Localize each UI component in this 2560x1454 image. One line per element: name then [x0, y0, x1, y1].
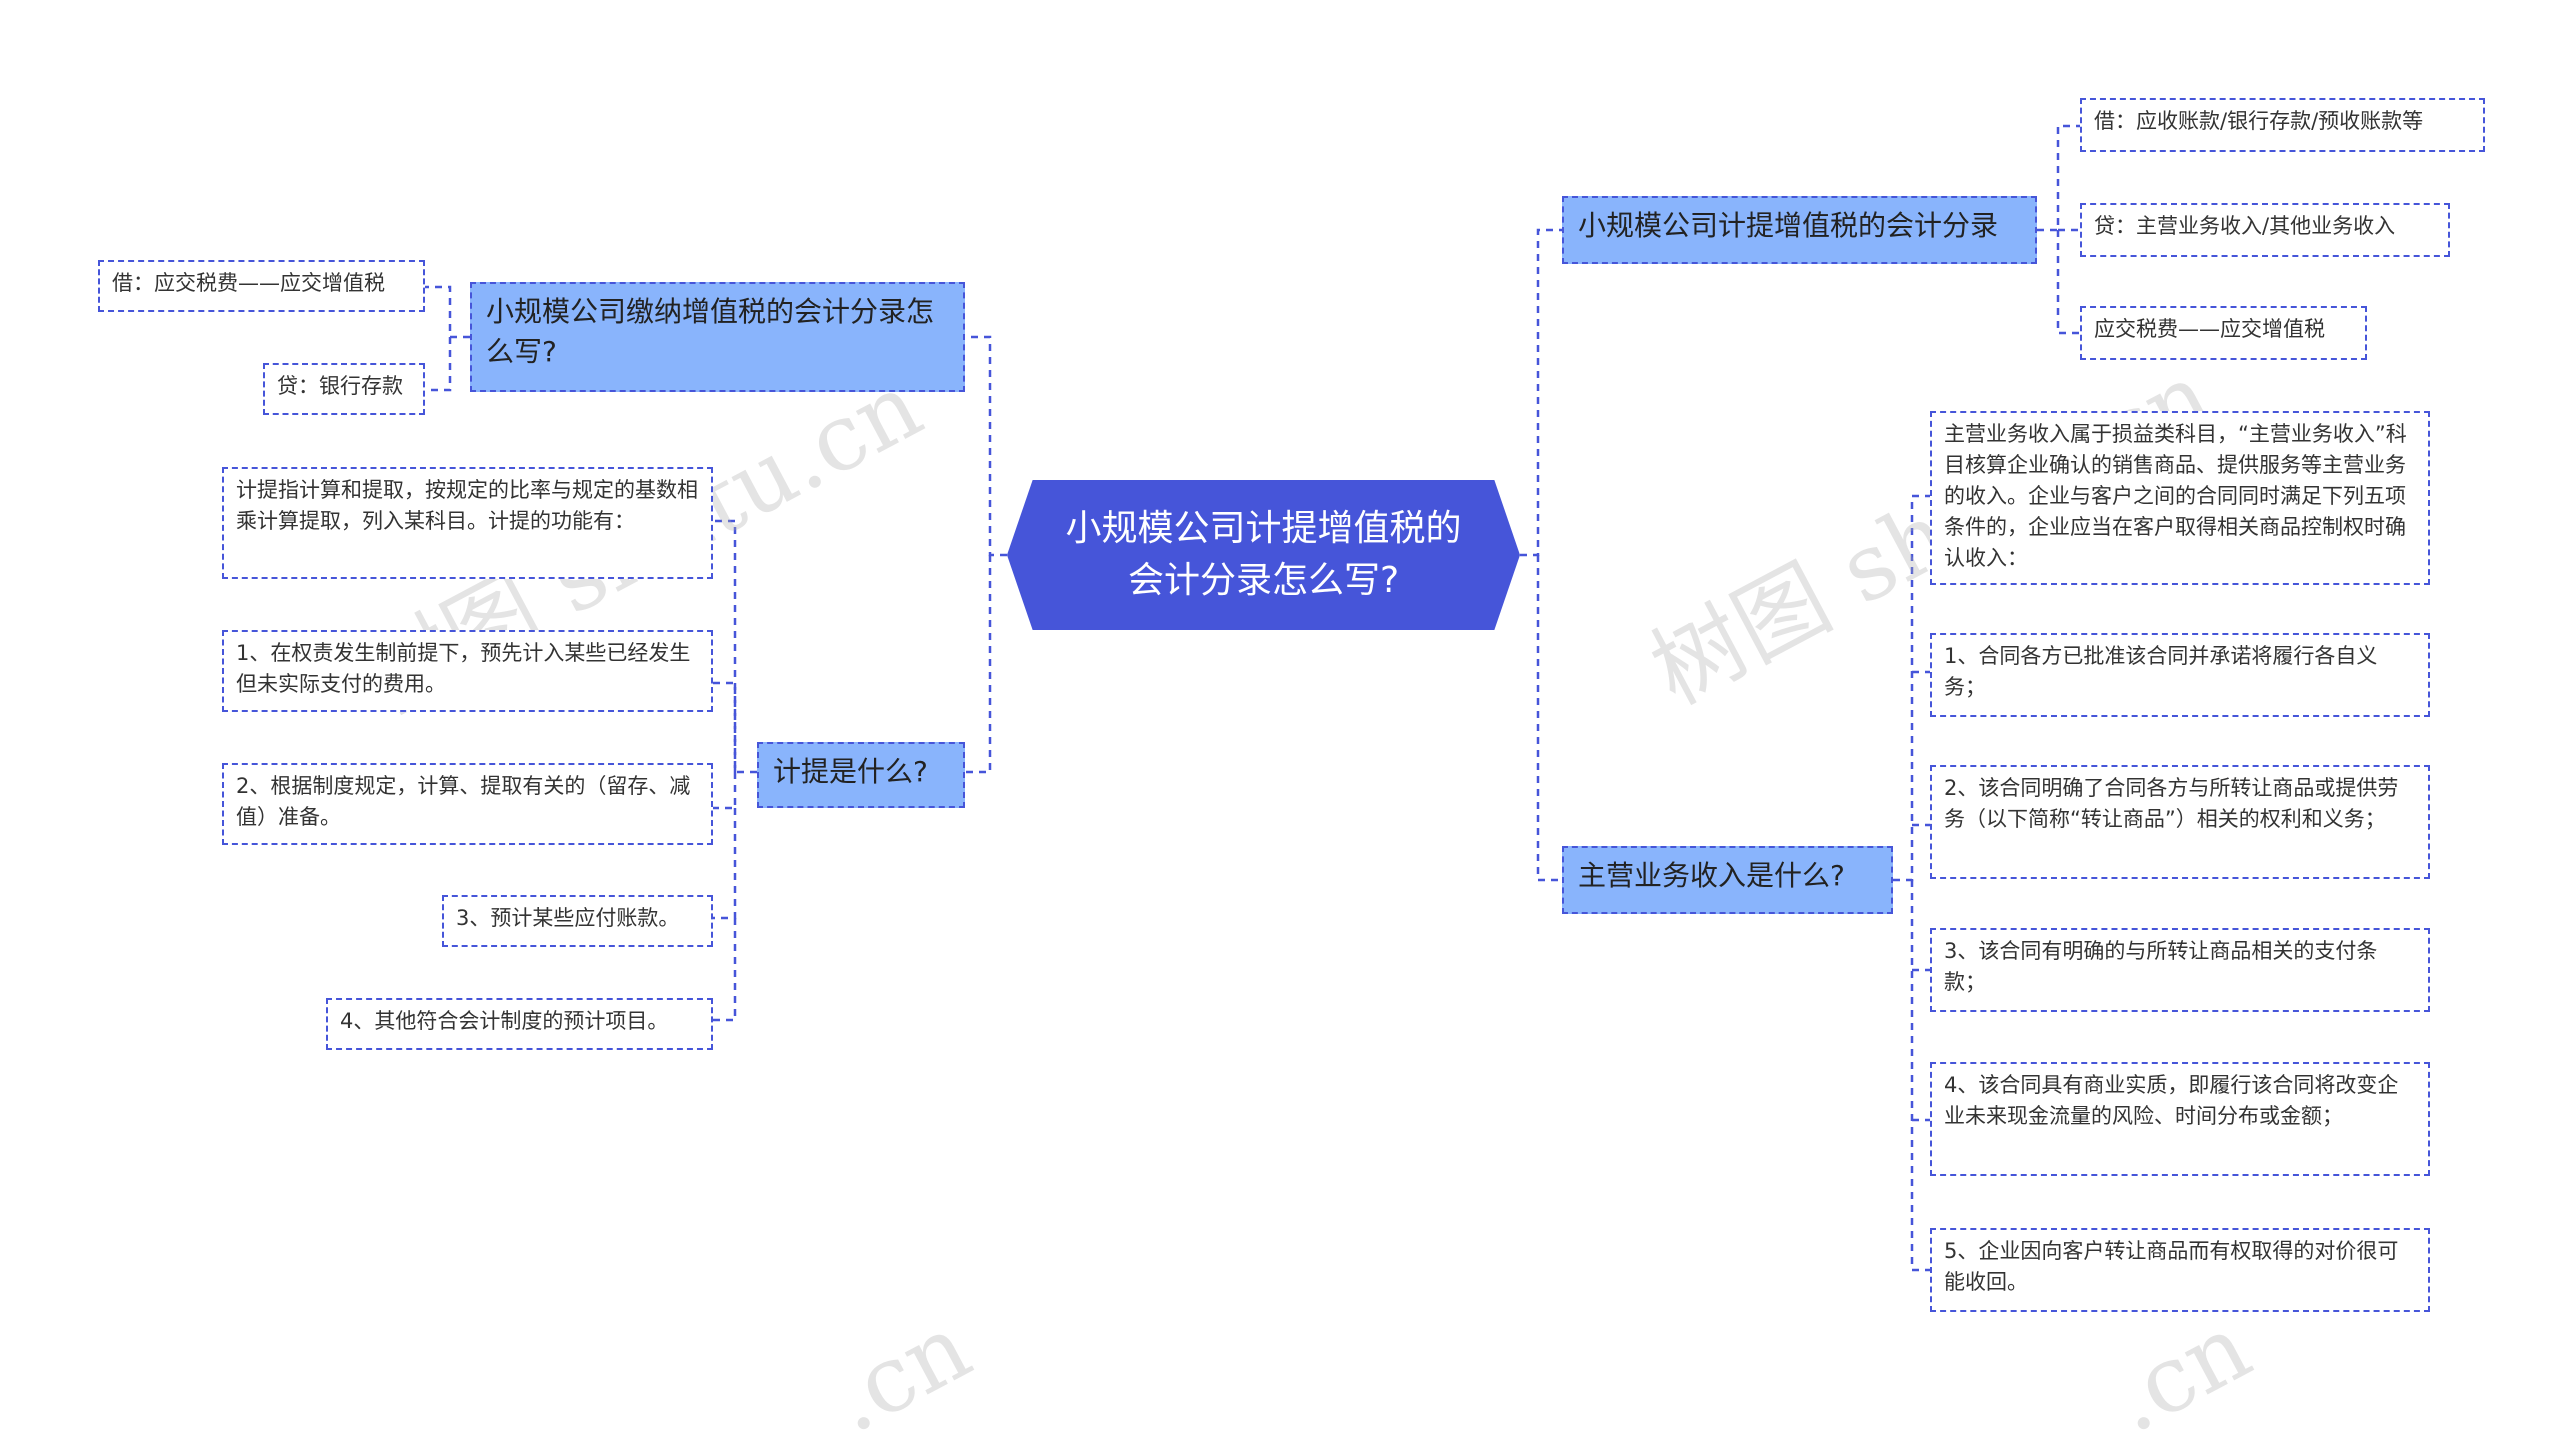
- leaf-payment-credit[interactable]: 贷：银行存款: [263, 363, 425, 415]
- leaf-entry-credit[interactable]: 贷：主营业务收入/其他业务收入: [2080, 203, 2450, 257]
- leaf-payment-debit[interactable]: 借：应交税费——应交增值税: [98, 260, 425, 312]
- leaf-text: 主营业务收入属于损益类科目，“主营业务收入”科目核算企业确认的销售商品、提供服务…: [1944, 422, 2407, 570]
- topic-accrual[interactable]: 计提是什么?: [757, 742, 965, 808]
- topic-label: 小规模公司计提增值税的会计分录: [1578, 209, 1999, 242]
- leaf-text: 借：应交税费——应交增值税: [112, 271, 385, 295]
- leaf-accrual-point-4[interactable]: 4、其他符合会计制度的预计项目。: [326, 998, 713, 1050]
- leaf-text: 应交税费——应交增值税: [2094, 317, 2325, 341]
- topic-label: 计提是什么?: [773, 755, 928, 788]
- leaf-accrual-point-3[interactable]: 3、预计某些应付账款。: [442, 895, 713, 947]
- root-topic[interactable]: 小规模公司计提增值税的会计分录怎么写?: [1007, 480, 1520, 630]
- leaf-entry-tax[interactable]: 应交税费——应交增值税: [2080, 306, 2367, 360]
- leaf-revenue-definition[interactable]: 主营业务收入属于损益类科目，“主营业务收入”科目核算企业确认的销售商品、提供服务…: [1930, 411, 2430, 585]
- topic-label: 主营业务收入是什么?: [1578, 859, 1845, 892]
- leaf-text: 4、其他符合会计制度的预计项目。: [340, 1009, 669, 1033]
- topic-label: 小规模公司缴纳增值税的会计分录怎么写?: [486, 295, 935, 368]
- leaf-accrual-point-2[interactable]: 2、根据制度规定，计算、提取有关的（留存、减值）准备。: [222, 763, 713, 845]
- leaf-accrual-definition[interactable]: 计提指计算和提取，按规定的比率与规定的基数相乘计算提取，列入某科目。计提的功能有…: [222, 467, 713, 579]
- leaf-revenue-condition-1[interactable]: 1、合同各方已批准该合同并承诺将履行各自义务；: [1930, 633, 2430, 717]
- leaf-text: 4、该合同具有商业实质，即履行该合同将改变企业未来现金流量的风险、时间分布或金额…: [1944, 1073, 2399, 1128]
- leaf-text: 5、企业因向客户转让商品而有权取得的对价很可能收回。: [1944, 1239, 2399, 1294]
- leaf-revenue-condition-3[interactable]: 3、该合同有明确的与所转让商品相关的支付条款；: [1930, 928, 2430, 1012]
- leaf-revenue-condition-2[interactable]: 2、该合同明确了合同各方与所转让商品或提供劳务（以下简称“转让商品”）相关的权利…: [1930, 765, 2430, 879]
- leaf-accrual-point-1[interactable]: 1、在权责发生制前提下，预先计入某些已经发生但未实际支付的费用。: [222, 630, 713, 712]
- leaf-text: 贷：银行存款: [277, 374, 403, 398]
- leaf-revenue-condition-4[interactable]: 4、该合同具有商业实质，即履行该合同将改变企业未来现金流量的风险、时间分布或金额…: [1930, 1062, 2430, 1176]
- topic-entry[interactable]: 小规模公司计提增值税的会计分录: [1562, 196, 2037, 264]
- leaf-text: 计提指计算和提取，按规定的比率与规定的基数相乘计算提取，列入某科目。计提的功能有…: [236, 478, 698, 533]
- leaf-text: 2、根据制度规定，计算、提取有关的（留存、减值）准备。: [236, 774, 691, 829]
- root-topic-label: 小规模公司计提增值税的会计分录怎么写?: [1065, 508, 1462, 601]
- leaf-text: 2、该合同明确了合同各方与所转让商品或提供劳务（以下简称“转让商品”）相关的权利…: [1944, 776, 2399, 831]
- leaf-text: 借：应收账款/银行存款/预收账款等: [2094, 109, 2424, 133]
- topic-revenue[interactable]: 主营业务收入是什么?: [1562, 846, 1893, 914]
- leaf-text: 1、合同各方已批准该合同并承诺将履行各自义务；: [1944, 644, 2378, 699]
- leaf-text: 贷：主营业务收入/其他业务收入: [2094, 214, 2396, 238]
- leaf-text: 3、预计某些应付账款。: [456, 906, 680, 930]
- topic-payment[interactable]: 小规模公司缴纳增值税的会计分录怎么写?: [470, 282, 965, 392]
- leaf-entry-debit[interactable]: 借：应收账款/银行存款/预收账款等: [2080, 98, 2485, 152]
- leaf-revenue-condition-5[interactable]: 5、企业因向客户转让商品而有权取得的对价很可能收回。: [1930, 1228, 2430, 1312]
- leaf-text: 3、该合同有明确的与所转让商品相关的支付条款；: [1944, 939, 2378, 994]
- leaf-text: 1、在权责发生制前提下，预先计入某些已经发生但未实际支付的费用。: [236, 641, 691, 696]
